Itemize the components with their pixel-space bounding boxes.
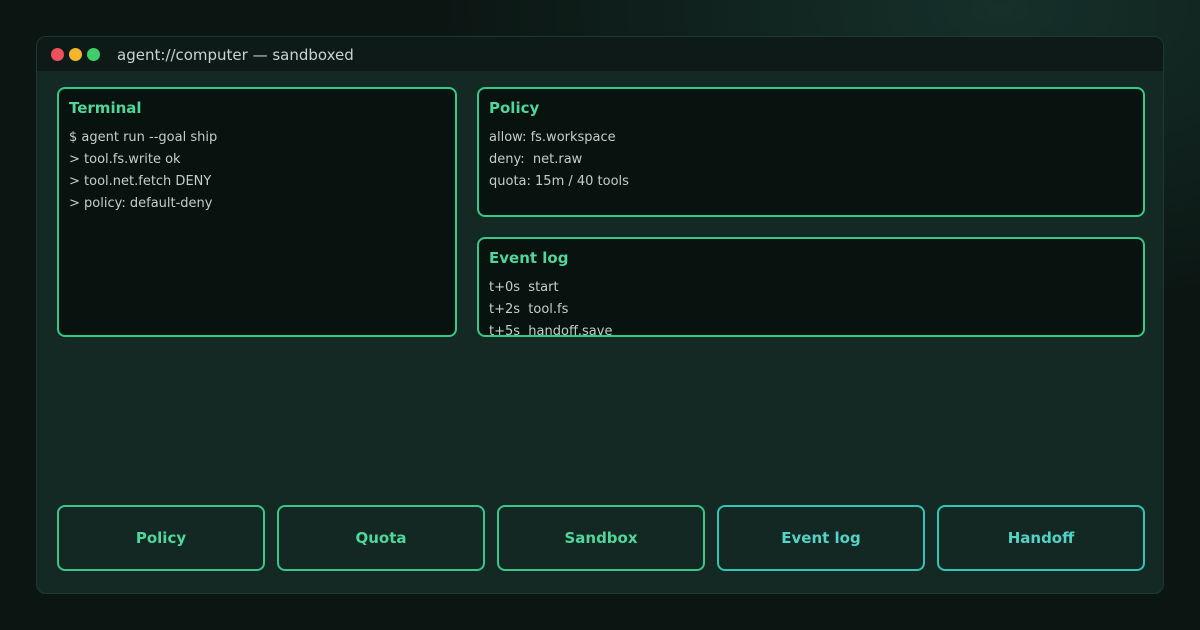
sandbox-button[interactable]: Sandbox	[497, 505, 705, 571]
policy-rules: allow: fs.workspace deny: net.raw quota:…	[489, 127, 629, 193]
close-window-button[interactable]	[51, 48, 64, 61]
event-log-line: t+2s tool.fs	[489, 302, 569, 317]
app-window: agent://computer — sandboxed Terminal $ …	[36, 36, 1164, 594]
terminal-line: > policy: default-deny	[69, 196, 213, 211]
policy-panel: Policy allow: fs.workspace deny: net.raw…	[477, 87, 1145, 217]
terminal-output: $ agent run --goal ship > tool.fs.write …	[69, 127, 217, 215]
event-log-line: t+0s start	[489, 280, 559, 295]
event-log-panel[interactable]: Event log t+0s start t+2s tool.fs t+5s h…	[477, 237, 1145, 337]
maximize-window-button[interactable]	[87, 48, 100, 61]
policy-button[interactable]: Policy	[57, 505, 265, 571]
policy-line: deny: net.raw	[489, 152, 583, 167]
terminal-line: $ agent run --goal ship	[69, 130, 218, 145]
event-log-line: t+5s handoff.save	[489, 324, 613, 337]
terminal-line: > tool.fs.write ok	[69, 152, 181, 167]
event-log-entries: t+0s start t+2s tool.fs t+5s handoff.sav…	[489, 277, 613, 337]
policy-line: quota: 15m / 40 tools	[489, 174, 629, 189]
terminal-panel: Terminal $ agent run --goal ship > tool.…	[57, 87, 457, 337]
event-log-button[interactable]: Event log	[717, 505, 925, 571]
quota-button[interactable]: Quota	[277, 505, 485, 571]
title-bar: agent://computer — sandboxed	[37, 37, 1163, 71]
terminal-title: Terminal	[69, 99, 142, 117]
window-title: agent://computer — sandboxed	[117, 46, 354, 64]
event-log-title: Event log	[489, 249, 569, 267]
policy-title: Policy	[489, 99, 540, 117]
policy-line: allow: fs.workspace	[489, 130, 616, 145]
handoff-button[interactable]: Handoff	[937, 505, 1145, 571]
minimize-window-button[interactable]	[69, 48, 82, 61]
terminal-line: > tool.net.fetch DENY	[69, 174, 212, 189]
